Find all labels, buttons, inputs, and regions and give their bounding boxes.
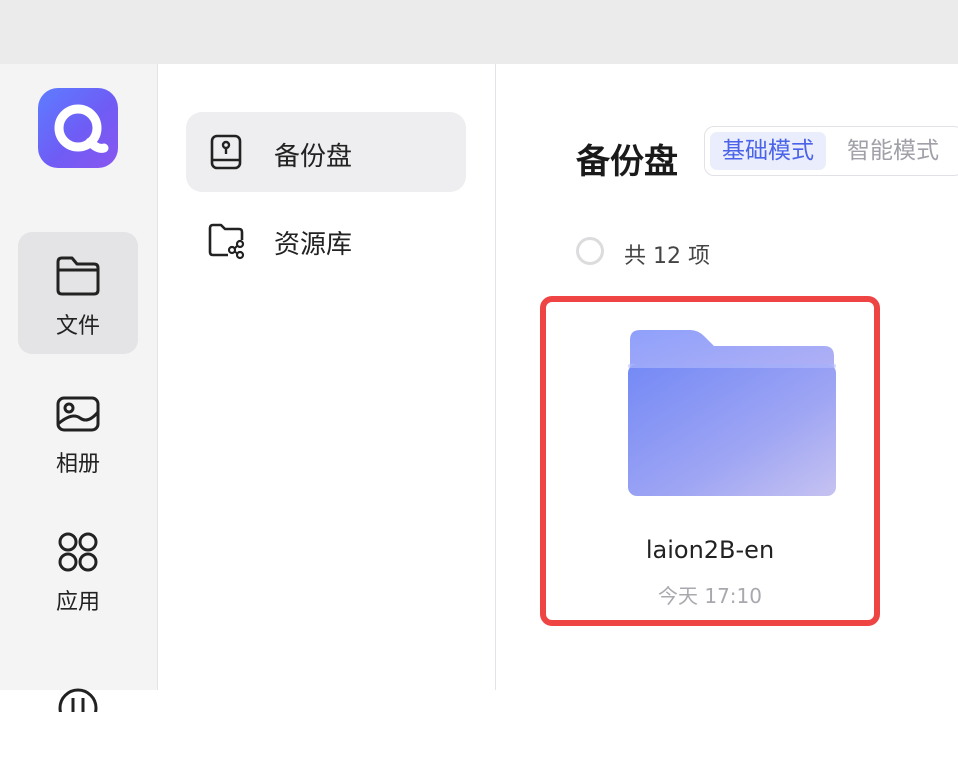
secondary-nav: 备份盘 资源库 — [158, 64, 496, 690]
rail-item-apps[interactable]: 应用 — [18, 508, 138, 630]
rail-item-label: 应用 — [55, 590, 100, 615]
title-bar — [0, 0, 958, 64]
rail-item-transfer[interactable] — [18, 646, 138, 768]
rail-item-label: 相册 — [55, 452, 100, 477]
nav-item-backup-drive[interactable]: 备份盘 — [186, 112, 466, 192]
folder-icon — [56, 256, 100, 296]
backup-drive-icon — [210, 134, 242, 170]
page-title: 备份盘 — [576, 142, 678, 182]
shared-folder-icon — [208, 223, 245, 260]
nav-item-resource-library[interactable]: 资源库 — [186, 200, 466, 280]
select-all-checkbox[interactable] — [576, 237, 604, 265]
rail-item-album[interactable]: 相册 — [18, 370, 138, 492]
transfer-icon — [58, 688, 98, 712]
photo-album-icon — [56, 396, 100, 432]
main-content: 备份盘 基础模式 智能模式 共 12 项 laion2B-en 今天 17:10 — [496, 64, 958, 690]
nav-item-label: 资源库 — [274, 230, 353, 260]
file-card[interactable]: laion2B-en 今天 17:10 — [540, 296, 880, 626]
nav-item-label: 备份盘 — [274, 142, 353, 172]
mode-basic-button[interactable]: 基础模式 — [710, 132, 826, 170]
mode-smart-button[interactable]: 智能模式 — [835, 132, 951, 170]
file-modified-time: 今天 17:10 — [658, 584, 762, 608]
folder-icon — [628, 330, 836, 496]
file-name: laion2B-en — [645, 536, 775, 564]
rail-item-files[interactable]: 文件 — [18, 232, 138, 354]
view-mode-toggle: 基础模式 智能模式 — [704, 126, 958, 176]
app-logo-icon — [38, 88, 118, 168]
apps-grid-icon — [58, 532, 98, 572]
app-rail: 文件 相册 应用 — [0, 64, 158, 712]
item-count: 共 12 项 — [624, 244, 710, 269]
rail-item-label: 文件 — [55, 314, 100, 339]
